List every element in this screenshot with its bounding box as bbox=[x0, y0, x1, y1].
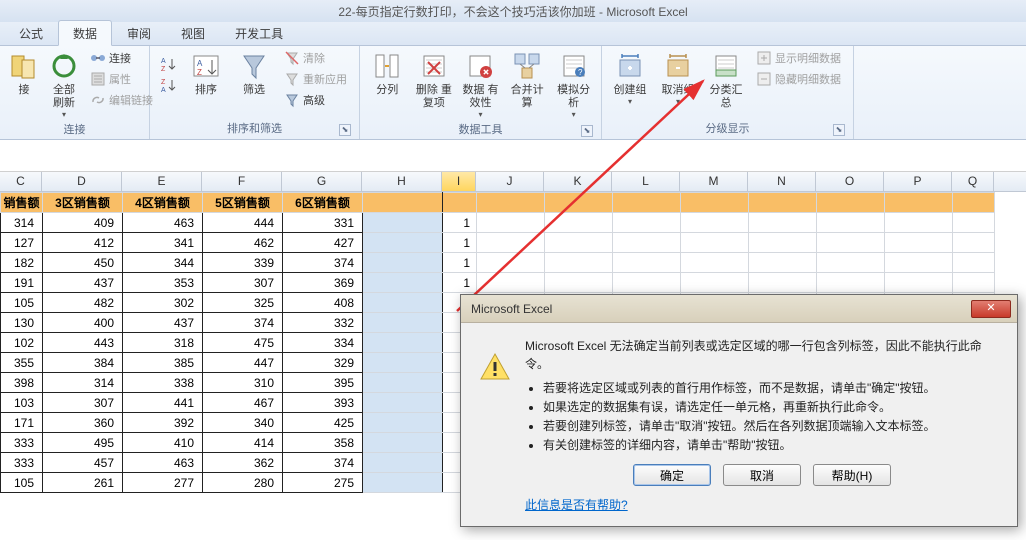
table-header-cell[interactable]: 销售额 bbox=[1, 193, 43, 213]
edit-links-button: 编辑链接 bbox=[86, 90, 157, 110]
show-detail-button: 显示明细数据 bbox=[752, 48, 845, 68]
feedback-link[interactable]: 此信息是否有帮助? bbox=[525, 496, 628, 514]
alert-dialog: Microsoft Excel ✕ Microsoft Excel 无法确定当前… bbox=[460, 294, 1018, 527]
column-header[interactable]: G bbox=[282, 172, 362, 191]
column-header[interactable]: H bbox=[362, 172, 442, 191]
window-title: 22-每页指定行数打印，不会这个技巧活该你加班 - Microsoft Exce… bbox=[338, 3, 687, 20]
column-header[interactable]: M bbox=[680, 172, 748, 191]
column-header[interactable]: D bbox=[42, 172, 122, 191]
column-header[interactable]: P bbox=[884, 172, 952, 191]
tab-审阅[interactable]: 审阅 bbox=[112, 20, 166, 45]
group-label: 分级显示 bbox=[706, 123, 750, 135]
dialog-bullet: 如果选定的数据集有误，请选定任一单元格，再重新执行此命令。 bbox=[543, 398, 999, 416]
dialog-close-button[interactable]: ✕ bbox=[971, 300, 1011, 318]
warning-icon bbox=[479, 351, 511, 383]
clear-filter-button: 清除 bbox=[280, 48, 351, 68]
whatif-button[interactable]: ?模拟分析▾ bbox=[552, 48, 595, 119]
column-header[interactable]: F bbox=[202, 172, 282, 191]
tab-视图[interactable]: 视图 bbox=[166, 20, 220, 45]
dialog-launcher-icon[interactable]: ⬊ bbox=[833, 124, 845, 136]
ext-connections-button[interactable]: 接 bbox=[6, 48, 42, 97]
table-row[interactable]: 1274123414624271 bbox=[1, 233, 995, 253]
sort-button[interactable]: AZ 排序 bbox=[184, 48, 228, 97]
ungroup-button[interactable]: 取消组▾ bbox=[656, 48, 700, 106]
ribbon-tabs: 公式数据审阅视图开发工具 bbox=[0, 22, 1026, 46]
svg-text:Z: Z bbox=[161, 79, 166, 86]
column-header[interactable]: L bbox=[612, 172, 680, 191]
column-header[interactable]: E bbox=[122, 172, 202, 191]
table-row[interactable]: 1914373533073691 bbox=[1, 273, 995, 293]
svg-text:A: A bbox=[161, 58, 166, 65]
table-header-cell[interactable]: 6区销售额 bbox=[283, 193, 363, 213]
refresh-all-button[interactable]: 全部刷新 ▾ bbox=[46, 48, 82, 119]
tab-开发工具[interactable]: 开发工具 bbox=[220, 20, 298, 45]
dropdown-arrow-icon: ▾ bbox=[478, 110, 482, 119]
ribbon: 接 全部刷新 ▾ 连接 属性 编辑链接 连接 AZ ZA AZ 排序 bbox=[0, 46, 1026, 140]
dialog-bullet: 有关创建标签的详细内容，请单击"帮助"按钮。 bbox=[543, 436, 999, 454]
properties-button: 属性 bbox=[86, 69, 157, 89]
dialog-message: Microsoft Excel 无法确定当前列表或选定区域的哪一行包含列标签，因… bbox=[525, 337, 999, 373]
dialog-bullet: 若要创建列标签，请单击"取消"按钮。然后在各列数据顶端输入文本标签。 bbox=[543, 417, 999, 435]
dropdown-arrow-icon: ▾ bbox=[676, 97, 680, 106]
dialog-launcher-icon[interactable]: ⬊ bbox=[339, 124, 351, 136]
svg-text:Z: Z bbox=[197, 68, 202, 77]
column-header[interactable]: I bbox=[442, 172, 476, 191]
group-label: 连接 bbox=[64, 124, 86, 136]
svg-text:A: A bbox=[197, 59, 203, 68]
cancel-button[interactable]: 取消 bbox=[723, 464, 801, 486]
column-header[interactable]: O bbox=[816, 172, 884, 191]
svg-text:A: A bbox=[161, 87, 166, 93]
column-header[interactable]: K bbox=[544, 172, 612, 191]
hide-detail-button: 隐藏明细数据 bbox=[752, 69, 845, 89]
data-validation-button[interactable]: 数据 有效性▾ bbox=[459, 48, 502, 119]
advanced-filter-button[interactable]: 高级 bbox=[280, 90, 351, 110]
subtotal-button[interactable]: 分类汇总 bbox=[704, 48, 748, 110]
table-row[interactable]: 3144094634443311 bbox=[1, 213, 995, 233]
dropdown-arrow-icon: ▾ bbox=[628, 97, 632, 106]
ok-button[interactable]: 确定 bbox=[633, 464, 711, 486]
help-button[interactable]: 帮助(H) bbox=[813, 464, 891, 486]
dialog-title: Microsoft Excel bbox=[471, 302, 552, 316]
sort-asc-button[interactable]: AZ bbox=[156, 54, 180, 74]
column-header[interactable]: C bbox=[0, 172, 42, 191]
sort-desc-button[interactable]: ZA bbox=[156, 75, 180, 95]
column-header[interactable]: Q bbox=[952, 172, 994, 191]
table-header-cell[interactable]: 4区销售额 bbox=[123, 193, 203, 213]
group-label: 排序和筛选 bbox=[227, 123, 282, 135]
text-to-columns-button[interactable]: 分列 bbox=[366, 48, 409, 97]
column-header[interactable]: N bbox=[748, 172, 816, 191]
reapply-button: 重新应用 bbox=[280, 69, 351, 89]
dialog-launcher-icon[interactable]: ⬊ bbox=[581, 125, 593, 137]
remove-duplicates-button[interactable]: 删除 重复项 bbox=[413, 48, 456, 110]
consolidate-button[interactable]: 合并计算 bbox=[506, 48, 549, 110]
group-label: 数据工具 bbox=[459, 124, 503, 136]
dialog-bullet: 若要将选定区域或列表的首行用作标签，而不是数据，请单击"确定"按钮。 bbox=[543, 379, 999, 397]
tab-数据[interactable]: 数据 bbox=[58, 20, 112, 46]
column-header[interactable]: J bbox=[476, 172, 544, 191]
dropdown-arrow-icon: ▾ bbox=[572, 110, 576, 119]
table-row[interactable]: 1824503443393741 bbox=[1, 253, 995, 273]
svg-text:Z: Z bbox=[161, 66, 166, 72]
table-header-cell[interactable]: 5区销售额 bbox=[203, 193, 283, 213]
tab-公式[interactable]: 公式 bbox=[4, 20, 58, 45]
svg-text:?: ? bbox=[578, 68, 583, 77]
table-header-cell[interactable]: 3区销售额 bbox=[43, 193, 123, 213]
connections-button[interactable]: 连接 bbox=[86, 48, 157, 68]
dropdown-arrow-icon: ▾ bbox=[62, 110, 66, 119]
group-button[interactable]: 创建组▾ bbox=[608, 48, 652, 106]
filter-button[interactable]: 筛选 bbox=[232, 48, 276, 97]
